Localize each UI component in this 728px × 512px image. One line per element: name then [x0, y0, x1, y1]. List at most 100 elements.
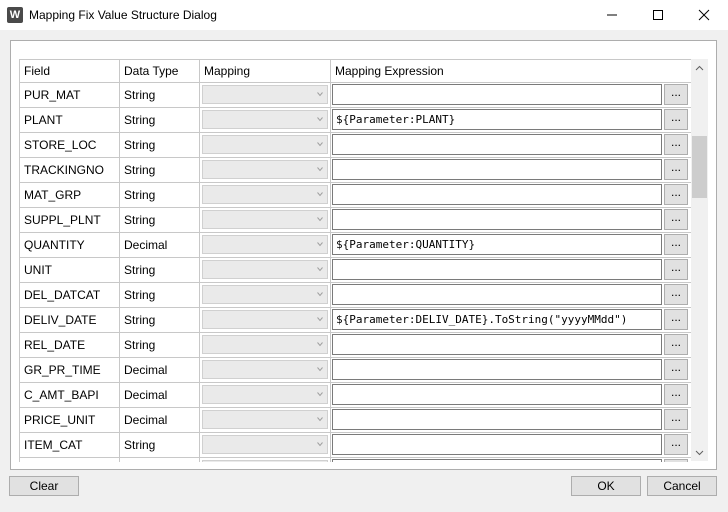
mapping-cell	[200, 333, 331, 357]
mapping-dropdown[interactable]	[202, 360, 328, 379]
mapping-expression-cell: ...	[331, 283, 692, 307]
table-row[interactable]: GR_PR_TIME Decimal...	[20, 358, 692, 383]
mapping-dropdown[interactable]	[202, 185, 328, 204]
browse-expression-button[interactable]: ...	[664, 109, 688, 130]
table-row[interactable]: PUR_MAT String...	[20, 83, 692, 108]
table-row[interactable]: REL_DATE String...	[20, 333, 692, 358]
mapping-dropdown[interactable]	[202, 210, 328, 229]
mapping-expression-input[interactable]	[332, 209, 662, 230]
mapping-dropdown[interactable]	[202, 335, 328, 354]
browse-expression-button[interactable]: ...	[664, 209, 688, 230]
mapping-grid-frame: Field Data Type Mapping Mapping Expressi…	[10, 40, 717, 470]
table-row[interactable]: ACCTASSCATString ${Parameter:ACCTASSCAT}.…	[20, 458, 692, 462]
mapping-expression-cell: ${Parameter:PLANT}...	[331, 108, 692, 132]
title-bar: W Mapping Fix Value Structure Dialog	[0, 0, 728, 30]
mapping-expression-input[interactable]	[332, 184, 662, 205]
column-header-mapping-expression[interactable]: Mapping Expression	[331, 60, 692, 82]
minimize-button[interactable]	[589, 0, 635, 30]
data-type-cell: Decimal	[120, 408, 200, 432]
chevron-down-icon	[317, 242, 323, 247]
browse-expression-button[interactable]: ...	[664, 134, 688, 155]
column-header-data-type[interactable]: Data Type	[120, 60, 200, 82]
mapping-expression-input[interactable]	[332, 434, 662, 455]
column-header-mapping[interactable]: Mapping	[200, 60, 331, 82]
table-row[interactable]: UNIT String...	[20, 258, 692, 283]
mapping-dropdown[interactable]	[202, 410, 328, 429]
table-row[interactable]: TRACKINGNO String...	[20, 158, 692, 183]
mapping-dropdown[interactable]	[202, 435, 328, 454]
browse-expression-button[interactable]: ...	[664, 84, 688, 105]
mapping-dropdown[interactable]	[202, 135, 328, 154]
table-row[interactable]: DELIV_DATE String ${Parameter:DELIV_DATE}.…	[20, 308, 692, 333]
browse-expression-button[interactable]: ...	[664, 334, 688, 355]
field-cell: ITEM_CAT	[20, 433, 120, 457]
mapping-expression-input[interactable]	[332, 384, 662, 405]
browse-expression-button[interactable]: ...	[664, 459, 688, 462]
mapping-dropdown[interactable]	[202, 235, 328, 254]
scroll-down-button[interactable]	[691, 444, 708, 461]
table-row[interactable]: C_AMT_BAPI Decimal...	[20, 383, 692, 408]
mapping-dropdown[interactable]	[202, 260, 328, 279]
table-row[interactable]: PLANT String ${Parameter:PLANT}...	[20, 108, 692, 133]
browse-expression-button[interactable]: ...	[664, 234, 688, 255]
browse-expression-button[interactable]: ...	[664, 284, 688, 305]
window-title: Mapping Fix Value Structure Dialog	[29, 8, 217, 22]
mapping-expression-input[interactable]	[332, 359, 662, 380]
table-row[interactable]: PRICE_UNIT Decimal...	[20, 408, 692, 433]
cancel-button[interactable]: Cancel	[647, 476, 717, 496]
mapping-dropdown[interactable]	[202, 85, 328, 104]
mapping-expression-cell: ${Parameter:QUANTITY}...	[331, 233, 692, 257]
browse-expression-button[interactable]: ...	[664, 409, 688, 430]
table-row[interactable]: MAT_GRP String...	[20, 183, 692, 208]
chevron-down-icon	[317, 217, 323, 222]
close-icon	[698, 9, 710, 21]
mapping-expression-input[interactable]: ${Parameter:DELIV_DATE}.ToString("yyyyMM…	[332, 309, 662, 330]
close-button[interactable]	[681, 0, 727, 30]
browse-expression-button[interactable]: ...	[664, 359, 688, 380]
mapping-expression-input[interactable]	[332, 84, 662, 105]
maximize-button[interactable]	[635, 0, 681, 30]
mapping-dropdown[interactable]	[202, 385, 328, 404]
mapping-dropdown[interactable]	[202, 460, 328, 462]
mapping-expression-input[interactable]	[332, 134, 662, 155]
mapping-expression-input[interactable]	[332, 159, 662, 180]
browse-expression-button[interactable]: ...	[664, 159, 688, 180]
mapping-expression-input[interactable]	[332, 259, 662, 280]
browse-expression-button[interactable]: ...	[664, 259, 688, 280]
mapping-cell	[200, 383, 331, 407]
mapping-expression-cell: ...	[331, 133, 692, 157]
data-type-cell: String	[120, 208, 200, 232]
mapping-expression-input[interactable]: ${Parameter:PLANT}	[332, 109, 662, 130]
mapping-cell	[200, 233, 331, 257]
mapping-dropdown[interactable]	[202, 285, 328, 304]
mapping-cell	[200, 133, 331, 157]
scroll-up-button[interactable]	[691, 59, 708, 76]
table-row[interactable]: SUPPL_PLNT String...	[20, 208, 692, 233]
mapping-cell	[200, 208, 331, 232]
table-row[interactable]: QUANTITY Decimal ${Parameter:QUANTITY}...	[20, 233, 692, 258]
mapping-expression-input[interactable]	[332, 284, 662, 305]
mapping-dropdown[interactable]	[202, 110, 328, 129]
mapping-expression-input[interactable]	[332, 409, 662, 430]
mapping-expression-input[interactable]: ${Parameter:QUANTITY}	[332, 234, 662, 255]
mapping-dropdown[interactable]	[202, 310, 328, 329]
mapping-dropdown[interactable]	[202, 160, 328, 179]
mapping-cell	[200, 183, 331, 207]
mapping-expression-input[interactable]	[332, 334, 662, 355]
data-type-cell: Decimal	[120, 383, 200, 407]
vertical-scrollbar[interactable]	[691, 59, 708, 461]
browse-expression-button[interactable]: ...	[664, 384, 688, 405]
browse-expression-button[interactable]: ...	[664, 434, 688, 455]
column-header-field[interactable]: Field	[20, 60, 120, 82]
table-row[interactable]: STORE_LOC String...	[20, 133, 692, 158]
browse-expression-button[interactable]: ...	[664, 309, 688, 330]
clear-button[interactable]: Clear	[9, 476, 79, 496]
app-icon: W	[7, 7, 23, 23]
browse-expression-button[interactable]: ...	[664, 184, 688, 205]
chevron-down-icon	[317, 392, 323, 397]
scroll-thumb[interactable]	[692, 136, 707, 198]
table-row[interactable]: ITEM_CAT String...	[20, 433, 692, 458]
mapping-expression-input[interactable]: ${Parameter:ACCTASSCAT}	[332, 459, 662, 462]
ok-button[interactable]: OK	[571, 476, 641, 496]
table-row[interactable]: DEL_DATCAT String...	[20, 283, 692, 308]
